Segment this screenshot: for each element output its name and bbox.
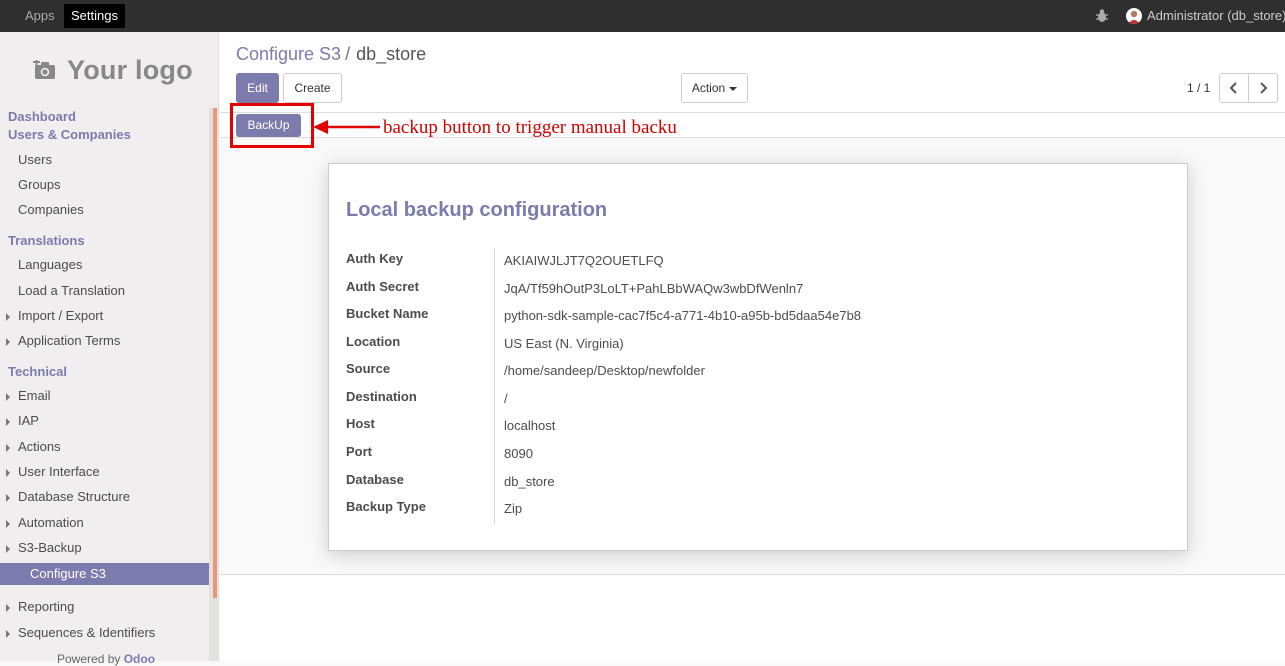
sidebar-item-user-interface[interactable]: User Interface [0, 461, 209, 483]
sidebar-item-label: User Interface [18, 464, 100, 479]
sidebar-item-translations[interactable]: Translations [0, 230, 209, 252]
field-label-auth-key: Auth Key [346, 251, 404, 266]
action-dropdown[interactable]: Action [681, 73, 748, 103]
edit-button[interactable]: Edit [236, 73, 279, 103]
field-label-backup-type: Backup Type [346, 499, 426, 514]
sidebar-item-languages[interactable]: Languages [0, 254, 209, 276]
caret-right-icon [6, 444, 10, 452]
user-avatar[interactable] [1126, 8, 1142, 24]
sidebar-item-iap[interactable]: IAP [0, 410, 209, 432]
field-value-auth-key: AKIAIWJLJT7Q2OUETLFQ [504, 253, 664, 268]
bug-icon[interactable] [1095, 8, 1109, 24]
field-value-database: db_store [504, 474, 555, 489]
field-divider [494, 248, 495, 525]
sidebar-item-users-companies[interactable]: Users & Companies [0, 124, 209, 146]
camera-icon [33, 60, 55, 79]
field-label-source: Source [346, 361, 391, 376]
sidebar-item-database-structure[interactable]: Database Structure [0, 486, 209, 508]
field-label-database: Database [346, 472, 404, 487]
top-navbar: Apps Settings Administrator (db_store) [0, 0, 1285, 32]
sidebar-item-users[interactable]: Users [0, 149, 209, 171]
pager-next-button[interactable] [1248, 73, 1278, 103]
sidebar-item-label: Reporting [18, 599, 75, 614]
control-panel: Configure S3/db_store Edit Create Action… [220, 32, 1285, 113]
powered-by-brand[interactable]: Odoo [124, 652, 155, 666]
sidebar-item-label: Application Terms [18, 333, 121, 348]
sidebar-item-technical[interactable]: Technical [0, 361, 209, 383]
field-value-destination: / [504, 391, 508, 406]
form-title: Local backup configuration [346, 199, 608, 221]
form-sheet: Local backup configuration Auth Key AKIA… [328, 163, 1188, 551]
apps-menu[interactable]: Apps [18, 4, 62, 28]
sidebar-item-companies[interactable]: Companies [0, 199, 209, 221]
sidebar-item-label: Sequences & Identifiers [18, 625, 156, 640]
pager-previous-button[interactable] [1219, 73, 1249, 103]
caret-right-icon [6, 604, 10, 612]
field-value-source: /home/sandeep/Desktop/newfolder [504, 363, 705, 378]
logo-text: Your logo [67, 54, 193, 85]
field-value-backup-type: Zip [504, 501, 523, 516]
annotation-highlight-box [230, 103, 314, 148]
sidebar-item-automation[interactable]: Automation [0, 512, 209, 534]
field-label-destination: Destination [346, 389, 417, 404]
caret-right-icon [6, 418, 10, 426]
caret-right-icon [6, 630, 10, 638]
action-dropdown-label: Action [691, 81, 726, 95]
settings-menu[interactable]: Settings [64, 4, 125, 28]
field-label-bucket-name: Bucket Name [346, 306, 429, 321]
sidebar-item-load-translation[interactable]: Load a Translation [0, 280, 209, 302]
field-label-port: Port [346, 444, 372, 459]
caret-right-icon [6, 494, 10, 502]
field-value-bucket-name: python-sdk-sample-cac7f5c4-a771-4b10-a95… [504, 308, 862, 323]
field-value-auth-secret: JqA/Tf59hOutP3LoLT+PahLBbWAQw3wbDfWenln7 [504, 281, 804, 296]
field-value-location: US East (N. Virginia) [504, 336, 624, 351]
sidebar-item-s3-backup[interactable]: S3-Backup [0, 537, 209, 559]
caret-right-icon [6, 338, 10, 346]
sidebar-item-label: S3-Backup [18, 540, 82, 555]
sidebar: Your logo Dashboard Users & Companies Us… [0, 32, 219, 666]
caret-right-icon [6, 520, 10, 528]
field-value-host: localhost [504, 418, 556, 433]
content-bottom [220, 576, 1285, 661]
sidebar-item-sequences[interactable]: Sequences & Identifiers [0, 622, 209, 644]
caret-right-icon [6, 469, 10, 477]
sidebar-scrollbar-thumb[interactable] [213, 108, 217, 598]
chevron-right-icon [1260, 82, 1268, 94]
sidebar-item-groups[interactable]: Groups [0, 174, 209, 196]
sidebar-item-configure-s3[interactable]: Configure S3 [0, 563, 209, 585]
powered-by-label: Powered by [57, 652, 121, 666]
sidebar-item-import-export[interactable]: Import / Export [0, 305, 209, 327]
sidebar-item-label: Import / Export [18, 308, 104, 323]
sidebar-item-label: Automation [18, 515, 84, 530]
breadcrumb-parent[interactable]: Configure S3 [236, 44, 341, 64]
field-value-port: 8090 [504, 446, 533, 461]
annotation-arrow-icon [313, 120, 380, 134]
breadcrumb-current: db_store [356, 44, 427, 64]
pager-value[interactable]: 1 / 1 [1187, 81, 1210, 95]
sidebar-item-email[interactable]: Email [0, 385, 209, 407]
user-menu[interactable]: Administrator (db_store) [1147, 8, 1285, 23]
caret-down-icon [729, 86, 738, 91]
breadcrumb-separator: / [345, 44, 351, 64]
field-label-auth-secret: Auth Secret [346, 279, 419, 294]
breadcrumb: Configure S3/db_store [236, 44, 426, 65]
annotation-text: backup button to trigger manual backu [383, 117, 677, 138]
sidebar-item-label: Database Structure [18, 489, 131, 504]
field-label-host: Host [346, 416, 375, 431]
sidebar-item-application-terms[interactable]: Application Terms [0, 330, 209, 352]
sidebar-item-actions[interactable]: Actions [0, 436, 209, 458]
sidebar-item-reporting[interactable]: Reporting [0, 596, 209, 618]
powered-by: Powered by Odoo [57, 652, 155, 666]
caret-right-icon [6, 313, 10, 321]
company-logo[interactable]: Your logo [33, 54, 193, 86]
caret-right-icon [6, 393, 10, 401]
field-label-location: Location [346, 334, 401, 349]
chevron-left-icon [1229, 82, 1237, 94]
caret-down-icon [6, 545, 10, 553]
create-button[interactable]: Create [283, 73, 342, 103]
